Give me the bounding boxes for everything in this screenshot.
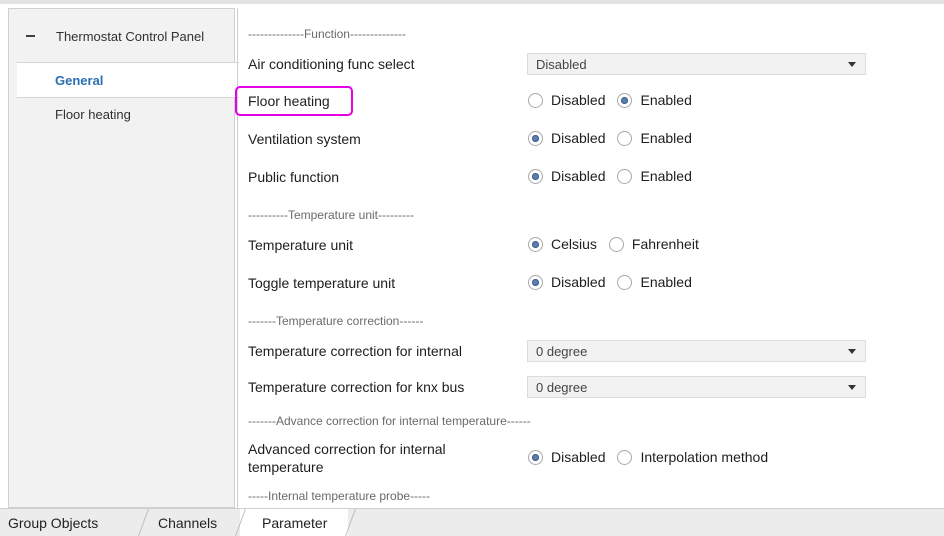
radio-selected-icon[interactable] <box>528 236 543 252</box>
window-top-border <box>0 0 944 4</box>
parameter-panel: --------------Function-------------- Air… <box>235 8 944 508</box>
radio-label: Celsius <box>551 236 597 252</box>
chevron-down-icon <box>848 62 856 67</box>
advanced-correction-radio-group: Disabled Interpolation method <box>528 449 780 465</box>
select-value: Disabled <box>536 56 587 72</box>
tree-root-thermostat[interactable]: Thermostat Control Panel <box>17 26 204 46</box>
radio-button-icon[interactable] <box>617 130 633 146</box>
chevron-down-icon <box>848 349 856 354</box>
correction-knx-label: Temperature correction for knx bus <box>248 379 465 395</box>
radio-option-celsius[interactable]: Celsius <box>528 236 597 252</box>
radio-option-enabled[interactable]: Enabled <box>617 92 692 108</box>
radio-label: Enabled <box>640 92 692 108</box>
radio-option-enabled[interactable]: Enabled <box>617 274 692 290</box>
radio-label: Interpolation method <box>640 449 769 465</box>
radio-label: Fahrenheit <box>631 236 699 252</box>
correction-internal-select[interactable]: 0 degree <box>527 340 866 362</box>
floor-heating-label: Floor heating <box>248 93 330 109</box>
toggle-unit-radio-group: Disabled Enabled <box>528 274 704 290</box>
radio-label: Disabled <box>551 130 606 146</box>
radio-selected-icon[interactable] <box>528 168 543 184</box>
chevron-down-icon <box>848 385 856 390</box>
radio-option-disabled[interactable]: Disabled <box>528 168 605 184</box>
air-conditioning-label: Air conditioning func select <box>248 56 415 72</box>
radio-label: Disabled <box>551 449 606 465</box>
radio-button-icon[interactable] <box>608 236 624 252</box>
advanced-correction-label: Advanced correction for internal tempera… <box>248 441 446 475</box>
radio-selected-icon[interactable] <box>528 274 543 290</box>
radio-selected-icon[interactable] <box>528 130 543 146</box>
air-conditioning-select[interactable]: Disabled <box>527 53 866 75</box>
tab-separator <box>138 509 149 536</box>
section-internal-probe: -----Internal temperature probe----- <box>248 489 431 503</box>
tab-group-objects[interactable]: Group Objects <box>8 509 98 536</box>
select-value: 0 degree <box>536 343 588 359</box>
radio-selected-icon[interactable] <box>528 449 543 465</box>
toggle-unit-label: Toggle temperature unit <box>248 275 396 291</box>
temperature-unit-radio-group: Celsius Fahrenheit <box>528 236 711 252</box>
sidebar-item-label: General <box>55 72 104 88</box>
radio-option-disabled[interactable]: Disabled <box>528 92 605 108</box>
radio-button-icon[interactable] <box>617 168 633 184</box>
radio-button-icon[interactable] <box>617 449 633 465</box>
radio-option-disabled[interactable]: Disabled <box>528 130 605 146</box>
radio-label: Enabled <box>640 130 692 146</box>
temperature-unit-label: Temperature unit <box>248 237 354 253</box>
radio-label: Disabled <box>551 168 606 184</box>
radio-label: Enabled <box>640 168 692 184</box>
public-function-radio-group: Disabled Enabled <box>528 168 704 184</box>
correction-internal-label: Temperature correction for internal <box>248 343 462 359</box>
correction-knx-select[interactable]: 0 degree <box>527 376 866 398</box>
ventilation-radio-group: Disabled Enabled <box>528 130 704 146</box>
tab-parameter[interactable]: Parameter <box>262 509 327 536</box>
public-function-label: Public function <box>248 169 340 185</box>
section-temperature-correction: -------Temperature correction------ <box>248 314 424 328</box>
tree-root-label: Thermostat Control Panel <box>56 28 205 44</box>
sidebar-item-general[interactable]: General <box>17 62 239 98</box>
radio-option-disabled[interactable]: Disabled <box>528 449 605 465</box>
radio-option-disabled[interactable]: Disabled <box>528 274 605 290</box>
ventilation-label: Ventilation system <box>248 131 361 147</box>
sidebar-item-label: Floor heating <box>55 107 131 122</box>
tab-channels[interactable]: Channels <box>158 509 217 536</box>
radio-option-interpolation[interactable]: Interpolation method <box>617 449 768 465</box>
floor-heating-radio-group: Disabled Enabled <box>528 92 704 108</box>
radio-button-icon[interactable] <box>528 92 543 108</box>
collapse-minus-icon[interactable] <box>26 35 35 37</box>
radio-option-fahrenheit[interactable]: Fahrenheit <box>608 236 699 252</box>
sidebar-item-floor-heating[interactable]: Floor heating <box>55 107 131 122</box>
radio-option-enabled[interactable]: Enabled <box>617 130 692 146</box>
radio-label: Disabled <box>551 92 606 108</box>
select-value: 0 degree <box>536 379 588 395</box>
section-function: --------------Function-------------- <box>248 27 406 41</box>
radio-label: Disabled <box>551 274 606 290</box>
radio-selected-icon[interactable] <box>617 92 633 108</box>
section-advance-correction: -------Advance correction for internal t… <box>248 414 531 428</box>
radio-label: Enabled <box>640 274 692 290</box>
bottom-tab-bar: Group Objects Channels Parameter <box>0 508 944 536</box>
radio-button-icon[interactable] <box>617 274 633 290</box>
radio-option-enabled[interactable]: Enabled <box>617 168 692 184</box>
section-temperature-unit: ----------Temperature unit--------- <box>248 208 414 222</box>
